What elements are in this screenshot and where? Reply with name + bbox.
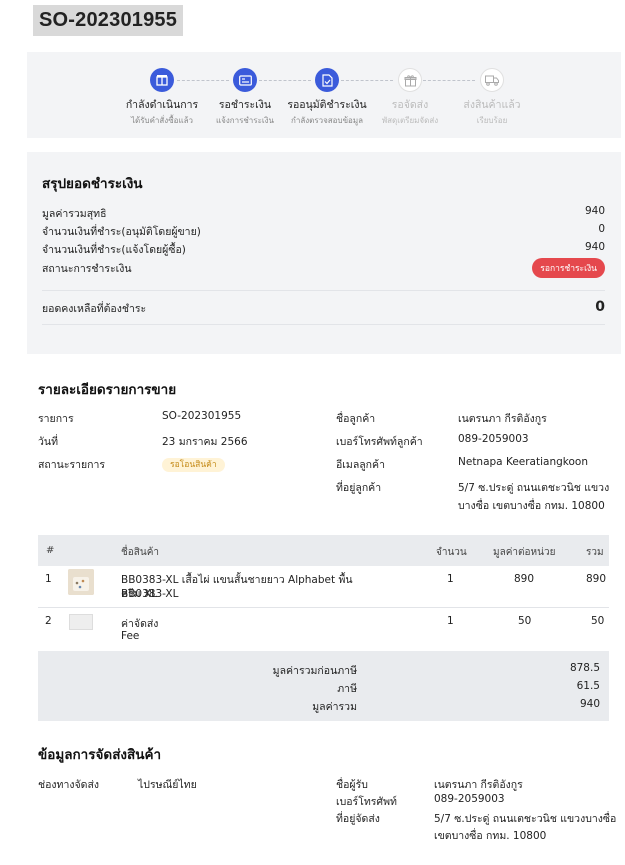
step-processing: กำลังดำเนินการ ได้รับคำสั่งซื้อแล้ว <box>117 68 207 127</box>
paid-reported-label: จำนวนเงินที่ชำระ(แจ้งโดยผู้ซื้อ) <box>42 244 186 256</box>
shipping-address-line1: 5/7 ซ.ประดู่ ถนนเตชะวนิช แขวงบางซื่อ <box>434 813 617 825</box>
customer-email-value: Netnapa Keeratiangkoon <box>458 456 588 468</box>
table-row[interactable]: 1 BB0383-XL เสื้อไผ่ แขนสั้นชายยาว Alpha… <box>38 569 609 609</box>
paid-approved-row: จำนวนเงินที่ชำระ(อนุมัติโดยผู้ขาย) 0 <box>42 223 605 240</box>
product-sku: BB0383-XL <box>121 588 179 600</box>
pretax-value: 878.5 <box>569 662 600 674</box>
paid-approved-label: จำนวนเงินที่ชำระ(อนุมัติโดยผู้ขาย) <box>42 226 201 238</box>
item-value: SO-202301955 <box>162 410 242 422</box>
document-check-icon <box>315 68 339 92</box>
grand-total-label: มูลค่ารวม <box>312 701 357 713</box>
fee-sku: Fee <box>121 630 140 642</box>
shipping-address-label: ที่อยู่จัดส่ง <box>336 813 380 825</box>
date-label: วันที่ <box>38 436 58 448</box>
table-header: # ชื่อสินค้า จำนวน มูลค่าต่อหน่วย รวม <box>38 535 609 566</box>
col-total: รวม <box>586 547 604 558</box>
customer-name-label: ชื่อลูกค้า <box>336 413 376 425</box>
col-unit-price: มูลค่าต่อหน่วย <box>493 547 556 558</box>
box-icon <box>150 68 174 92</box>
grand-total-value: 940 <box>579 698 600 710</box>
payment-card-icon <box>233 68 257 92</box>
payment-status-label: สถานะการชำระเงิน <box>42 263 132 275</box>
step-awaiting-payment: รอชำระเงิน แจ้งการชำระเงิน <box>200 68 290 127</box>
paid-reported-row: จำนวนเงินที่ชำระ(แจ้งโดยผู้ซื้อ) 940 <box>42 241 605 258</box>
customer-email-label: อีเมลลูกค้า <box>336 459 385 471</box>
net-total-value: 940 <box>584 205 605 217</box>
customer-phone-label: เบอร์โทรศัพท์ลูกค้า <box>336 436 423 448</box>
recipient-label: ชื่อผู้รับ <box>336 779 368 791</box>
customer-phone-value: 089-2059003 <box>458 433 529 445</box>
customer-address-line1: 5/7 ซ.ประดู่ ถนนเตชะวนิช แขวง <box>458 482 610 494</box>
balance-value: 0 <box>595 299 605 315</box>
balance-row: ยอดคงเหลือที่ต้องชำระ 0 <box>42 299 605 317</box>
payment-summary-panel: สรุปยอดชำระเงิน มูลค่ารวมสุทธิ 940 จำนวน… <box>27 152 621 354</box>
order-progress-steps: กำลังดำเนินการ ได้รับคำสั่งซื้อแล้ว รอชำ… <box>27 52 621 138</box>
balance-label: ยอดคงเหลือที่ต้องชำระ <box>42 303 147 315</box>
order-number-title: SO-202301955 <box>33 5 184 36</box>
net-total-label: มูลค่ารวมสุทธิ <box>42 208 107 220</box>
recipient-value: เนตรนภา กีรติอังกูร <box>434 779 523 791</box>
table-row[interactable]: 2 ค่าจัดส่ง Fee 1 50 50 <box>38 614 609 647</box>
product-thumbnail <box>68 569 94 595</box>
col-qty: จำนวน <box>436 547 467 558</box>
paid-reported-value: 940 <box>584 241 605 253</box>
order-status-badge: รอโอนสินค้า <box>162 458 225 472</box>
col-num: # <box>46 545 55 556</box>
fee-thumbnail <box>69 614 93 630</box>
payment-status-row: สถานะการชำระเงิน รอการชำระเงิน <box>42 258 605 278</box>
gift-box-icon <box>398 68 422 92</box>
shipping-channel-label: ช่องทางจัดส่ง <box>38 779 100 791</box>
table-totals: มูลค่ารวมก่อนภาษี 878.5 ภาษี 61.5 มูลค่า… <box>38 651 609 721</box>
payment-summary-title: สรุปยอดชำระเงิน <box>42 176 143 192</box>
truck-icon <box>480 68 504 92</box>
tax-label: ภาษี <box>337 683 357 695</box>
summary-divider <box>42 324 605 325</box>
paid-approved-value: 0 <box>598 223 605 235</box>
item-label: รายการ <box>38 413 74 425</box>
recipient-phone-label: เบอร์โทรศัพท์ <box>336 796 397 808</box>
customer-name-value: เนตรนภา กีรติอังกูร <box>458 413 547 425</box>
payment-status-badge: รอการชำระเงิน <box>532 258 605 278</box>
step-awaiting-approval: รออนุมัติชำระเงิน กำลังตรวจสอบข้อมูล <box>282 68 372 127</box>
net-total-row: มูลค่ารวมสุทธิ 940 <box>42 205 605 222</box>
recipient-phone-value: 089-2059003 <box>434 793 505 805</box>
step-awaiting-shipment: รอจัดส่ง พัสดุเตรียมจัดส่ง <box>365 68 455 127</box>
customer-address-line2: บางซื่อ เขตบางซื่อ กทม. 10800 <box>458 500 605 512</box>
col-product-name: ชื่อสินค้า <box>121 547 160 558</box>
shipping-channel-value: ไปรษณีย์ไทย <box>138 779 197 791</box>
tax-value: 61.5 <box>576 680 600 692</box>
order-status-label: สถานะรายการ <box>38 459 106 471</box>
shipping-address-line2: เขตบางซื่อ กทม. 10800 <box>434 830 547 842</box>
date-value: 23 มกราคม 2566 <box>162 436 248 448</box>
customer-address-label: ที่อยู่ลูกค้า <box>336 482 382 494</box>
summary-divider <box>42 290 605 291</box>
sale-details-title: รายละเอียดรายการขาย <box>38 382 177 398</box>
step-shipped: ส่งสินค้าแล้ว เรียบร้อย <box>447 68 537 127</box>
pretax-label: มูลค่ารวมก่อนภาษี <box>272 665 357 677</box>
shipping-title: ข้อมูลการจัดส่งสินค้า <box>38 747 162 763</box>
